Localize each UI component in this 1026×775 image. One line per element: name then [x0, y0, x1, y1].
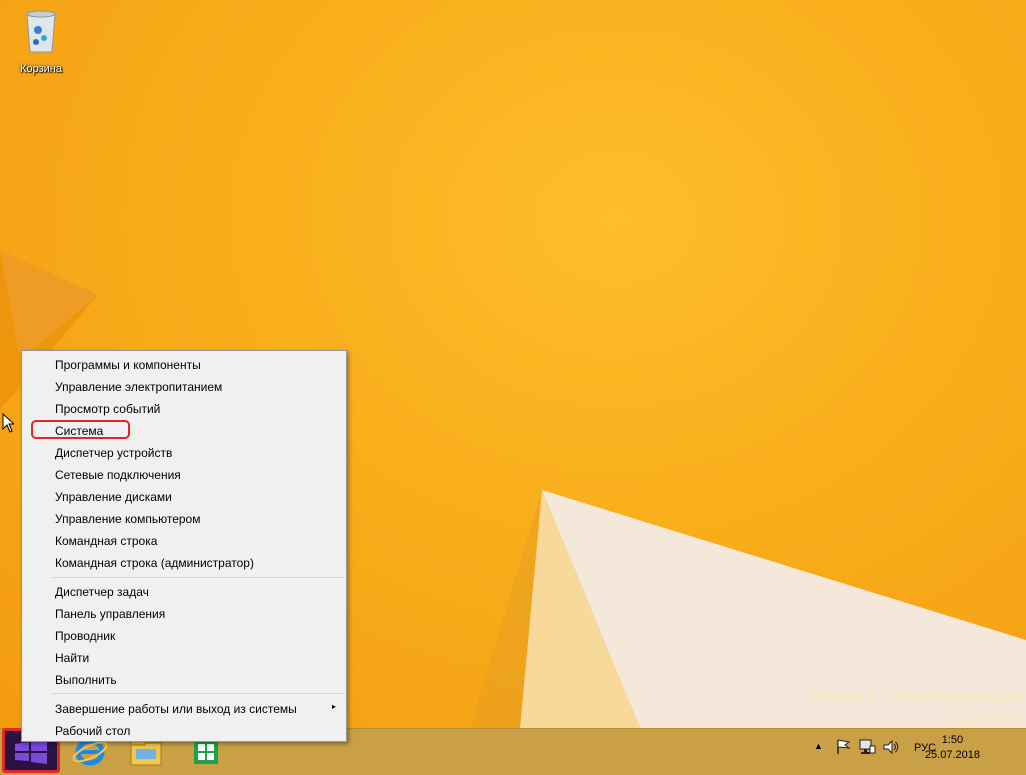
menu-item-control-panel[interactable]: Панель управления [55, 603, 165, 625]
clock-time: 1:50 [941, 734, 964, 746]
menu-item-task-manager[interactable]: Диспетчер задач [55, 581, 149, 603]
mouse-cursor-icon [2, 413, 14, 433]
menu-item-search[interactable]: Найти [55, 647, 89, 669]
recycle-bin-icon [26, 10, 56, 53]
watermark-build: Build 9600 [953, 712, 1020, 728]
action-center-flag-icon[interactable] [835, 738, 851, 758]
highlight-system-annotation [31, 420, 130, 439]
menu-item-network-connections[interactable]: Сетевые подключения [55, 464, 181, 486]
menu-item-computer-management[interactable]: Управление компьютером [55, 508, 200, 530]
menu-item-desktop[interactable]: Рабочий стол [55, 720, 130, 742]
submenu-arrow-icon: ▸ [331, 702, 336, 711]
menu-item-device-manager[interactable]: Диспетчер устройств [55, 442, 172, 464]
menu-item-programs-features[interactable]: Программы и компоненты [55, 354, 201, 376]
menu-item-command-prompt-admin[interactable]: Командная строка (администратор) [55, 552, 254, 574]
volume-icon[interactable] [882, 738, 900, 758]
winx-context-menu: Программы и компоненты Управление электр… [21, 350, 347, 742]
network-icon[interactable] [858, 738, 876, 758]
menu-item-file-explorer[interactable]: Проводник [55, 625, 115, 647]
menu-separator [52, 693, 344, 694]
clock[interactable]: 1:50 25.07.2018 [925, 733, 980, 763]
menu-item-disk-management[interactable]: Управление дисками [55, 486, 172, 508]
menu-separator [52, 577, 344, 578]
watermark-edition: Windows 8.1 Профессиональная [807, 688, 1020, 704]
desktop-icon-recycle-bin[interactable]: Корзина [12, 6, 70, 75]
show-hidden-icons-icon[interactable]: ▲ [814, 741, 823, 761]
menu-item-event-viewer[interactable]: Просмотр событий [55, 398, 160, 420]
menu-item-power-options[interactable]: Управление электропитанием [55, 376, 222, 398]
windows-watermark: Windows 8.1 Профессиональная Build 9600 [807, 684, 1020, 728]
clock-date: 25.07.2018 [924, 749, 980, 761]
menu-item-run[interactable]: Выполнить [55, 669, 117, 691]
menu-item-shutdown-signout[interactable]: Завершение работы или выход из системы [55, 698, 297, 720]
desktop-icon-label: Корзина [20, 63, 62, 75]
menu-item-command-prompt[interactable]: Командная строка [55, 530, 157, 552]
